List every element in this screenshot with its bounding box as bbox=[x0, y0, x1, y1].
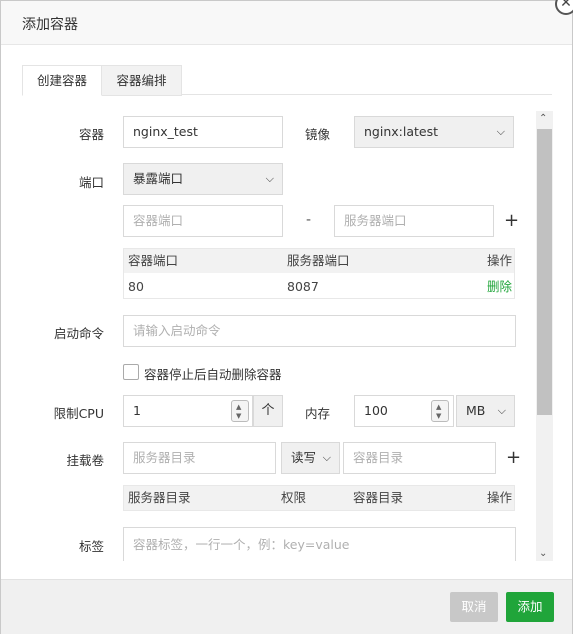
port-label: 端口 bbox=[78, 175, 104, 190]
port-table-header-action: 操作 bbox=[487, 253, 513, 268]
tag-label: 标签 bbox=[78, 539, 104, 554]
port-row-container-port: 80 bbox=[128, 279, 144, 294]
stepper-down-icon[interactable]: ▼ bbox=[236, 412, 241, 420]
port-range-separator: - bbox=[306, 212, 312, 228]
command-label: 启动命令 bbox=[53, 326, 104, 341]
memory-stepper[interactable]: ▲ ▼ bbox=[431, 400, 449, 422]
port-table-header-server: 服务器端口 bbox=[287, 253, 350, 268]
add-container-dialog: 添加容器 ✕ 创建容器 容器编排 容器 nginx_test 镜像 nginx:… bbox=[0, 0, 573, 634]
tab-bar: 创建容器 容器编排 bbox=[22, 65, 552, 96]
image-label: 镜像 bbox=[305, 127, 331, 142]
stepper-down-icon[interactable]: ▼ bbox=[436, 412, 441, 420]
port-mode-value: 暴露端口 bbox=[133, 171, 184, 186]
volume-mode-value: 读写 bbox=[291, 450, 317, 465]
command-input[interactable]: 请输入启动命令 bbox=[123, 315, 516, 347]
scroll-down-icon[interactable]: ⌄ bbox=[539, 548, 547, 559]
volume-table-header-container: 容器目录 bbox=[353, 490, 404, 505]
dialog-footer: 取消 添加 bbox=[1, 579, 572, 634]
vertical-scrollbar[interactable]: ⌃ ⌄ bbox=[536, 111, 553, 561]
image-select-value: nginx:latest bbox=[364, 124, 438, 139]
cpu-unit: 个 bbox=[253, 395, 283, 427]
chevron-down-icon: ⌵ bbox=[265, 172, 274, 185]
chevron-down-icon: ⌵ bbox=[497, 404, 506, 417]
tab-create-container[interactable]: 创建容器 bbox=[22, 65, 102, 96]
volume-table-header-action: 操作 bbox=[487, 490, 513, 505]
scrollbar-thumb[interactable] bbox=[537, 129, 552, 415]
server-port-input[interactable]: 服务器端口 bbox=[334, 205, 494, 237]
tab-container-compose[interactable]: 容器编排 bbox=[102, 65, 182, 96]
memory-unit-select[interactable]: MB ⌵ bbox=[456, 395, 515, 427]
volume-label: 挂载卷 bbox=[66, 453, 104, 468]
port-table: 容器端口 服务器端口 操作 80 8087 删除 bbox=[123, 248, 515, 299]
auto-remove-label: 容器停止后自动删除容器 bbox=[144, 367, 282, 382]
container-port-input[interactable]: 容器端口 bbox=[123, 205, 283, 237]
volume-server-dir-input[interactable]: 服务器目录 bbox=[123, 442, 276, 474]
stepper-up-icon[interactable]: ▲ bbox=[236, 403, 241, 411]
dialog-title-bar: 添加容器 bbox=[1, 1, 572, 45]
stepper-up-icon[interactable]: ▲ bbox=[436, 403, 441, 411]
tag-textarea[interactable]: 容器标签，一行一个，例：key=value bbox=[123, 527, 516, 561]
cpu-stepper[interactable]: ▲ ▼ bbox=[231, 400, 249, 422]
memory-label: 内存 bbox=[305, 406, 331, 421]
image-select[interactable]: nginx:latest ⌵ bbox=[354, 116, 514, 148]
port-table-header-container: 容器端口 bbox=[128, 253, 179, 268]
volume-table-header-server: 服务器目录 bbox=[128, 490, 191, 505]
port-row-server-port: 8087 bbox=[287, 279, 319, 294]
add-port-plus-icon[interactable]: + bbox=[504, 212, 519, 230]
chevron-down-icon: ⌵ bbox=[322, 451, 331, 464]
chevron-down-icon: ⌵ bbox=[496, 125, 505, 138]
volume-container-dir-input[interactable]: 容器目录 bbox=[343, 442, 496, 474]
container-label: 容器 bbox=[78, 127, 104, 142]
form-scroll-area: 容器 nginx_test 镜像 nginx:latest ⌵ 端口 暴露端口 … bbox=[22, 109, 552, 561]
auto-remove-checkbox[interactable] bbox=[123, 364, 139, 380]
dialog-title: 添加容器 bbox=[22, 17, 78, 33]
cpu-label: 限制CPU bbox=[53, 406, 104, 421]
container-name-input[interactable]: nginx_test bbox=[123, 116, 283, 148]
add-volume-plus-icon[interactable]: + bbox=[506, 449, 521, 467]
memory-unit-value: MB bbox=[466, 403, 486, 418]
add-button[interactable]: 添加 bbox=[506, 592, 554, 622]
scroll-up-icon[interactable]: ⌃ bbox=[539, 113, 547, 124]
port-row-delete-link[interactable]: 删除 bbox=[487, 275, 512, 299]
volume-table: 服务器目录 权限 容器目录 操作 bbox=[123, 485, 515, 511]
volume-table-header-permission: 权限 bbox=[281, 490, 307, 505]
volume-mode-select[interactable]: 读写 ⌵ bbox=[281, 442, 340, 474]
cancel-button[interactable]: 取消 bbox=[450, 592, 498, 622]
port-mode-select[interactable]: 暴露端口 ⌵ bbox=[123, 163, 283, 195]
